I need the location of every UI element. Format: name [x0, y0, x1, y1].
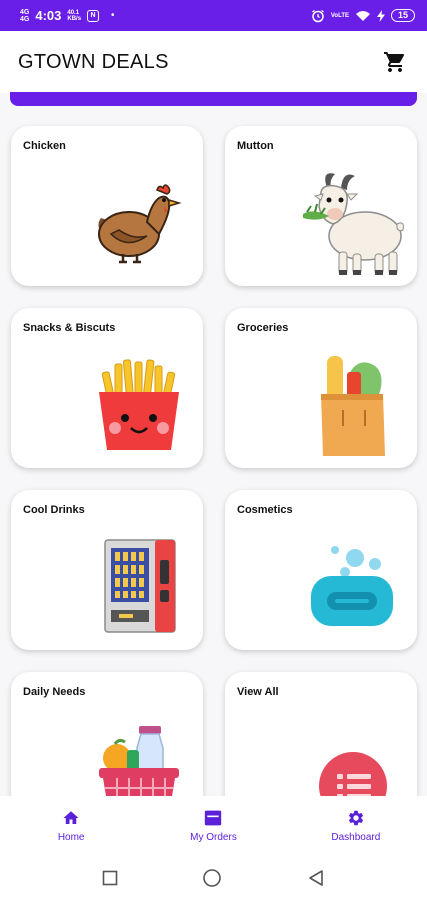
- app-screen: 4G 4G 4:03 40.1 KB/s N • VoLTE 15 GTOWN …: [0, 0, 427, 900]
- category-label: View All: [237, 686, 279, 698]
- clock: 4:03: [35, 8, 62, 23]
- grocery-bag-icon: [321, 356, 385, 456]
- category-label: Cool Drinks: [23, 504, 85, 516]
- vending-machine-icon: [104, 539, 176, 633]
- category-card-mutton[interactable]: Mutton: [225, 126, 417, 286]
- nav-my-orders[interactable]: My Orders: [142, 796, 284, 856]
- promo-banner[interactable]: [10, 92, 417, 106]
- network-2: 4G: [20, 15, 30, 23]
- category-card-cosmetics[interactable]: Cosmetics: [225, 490, 417, 650]
- wifi-icon: [355, 10, 370, 21]
- charging-icon: [376, 9, 385, 22]
- status-right: VoLTE 15: [311, 9, 415, 23]
- cart-button[interactable]: [381, 48, 409, 76]
- battery-level: 15: [390, 9, 415, 22]
- notification-badge-icon: N: [87, 9, 100, 22]
- category-card-cool-drinks[interactable]: Cool Drinks: [11, 490, 203, 650]
- cart-icon: [384, 52, 405, 72]
- status-bar: 4G 4G 4:03 40.1 KB/s N • VoLTE 15: [0, 0, 427, 31]
- system-navigation-bar: [0, 856, 427, 900]
- category-label: Cosmetics: [237, 504, 293, 516]
- orders-icon: [205, 810, 222, 826]
- alarm-icon: [311, 9, 324, 22]
- notification-dot-icon: •: [111, 10, 115, 21]
- chicken-icon: [98, 184, 182, 264]
- volte-icon: VoLTE: [330, 12, 349, 19]
- bottom-navigation: Home My Orders Dashboard: [0, 796, 427, 856]
- status-left: 4G 4G 4:03 40.1 KB/s N •: [20, 8, 115, 23]
- nav-home-label: Home: [57, 832, 85, 843]
- recent-apps-icon[interactable]: [102, 870, 118, 886]
- goat-icon: [303, 173, 404, 275]
- category-label: Daily Needs: [23, 686, 86, 698]
- category-label: Snacks & Biscuts: [23, 322, 116, 334]
- category-label: Mutton: [237, 140, 274, 152]
- data-speed-value: 40.1: [67, 9, 80, 16]
- category-label: Groceries: [237, 322, 289, 334]
- data-speed: 40.1 KB/s: [67, 10, 81, 22]
- back-triangle-icon[interactable]: [307, 869, 325, 887]
- soap-icon: [311, 546, 393, 626]
- nav-dashboard[interactable]: Dashboard: [285, 796, 427, 856]
- network-1: 4G: [20, 8, 30, 16]
- nav-dashboard-label: Dashboard: [331, 832, 381, 843]
- app-title: GTOWN DEALS: [18, 50, 169, 73]
- app-bar: GTOWN DEALS: [0, 31, 427, 93]
- nav-home[interactable]: Home: [0, 796, 142, 856]
- data-speed-unit: KB/s: [67, 15, 82, 22]
- category-card-groceries[interactable]: Groceries: [225, 308, 417, 468]
- category-label: Chicken: [23, 140, 66, 152]
- home-icon: [63, 811, 79, 824]
- home-circle-icon[interactable]: [202, 868, 222, 888]
- nav-my-orders-label: My Orders: [190, 832, 237, 843]
- category-card-snacks[interactable]: Snacks & Biscuts: [11, 308, 203, 468]
- network-indicators: 4G 4G: [20, 9, 29, 23]
- gear-icon: [348, 810, 363, 826]
- fries-icon: [99, 359, 179, 450]
- category-card-chicken[interactable]: Chicken: [11, 126, 203, 286]
